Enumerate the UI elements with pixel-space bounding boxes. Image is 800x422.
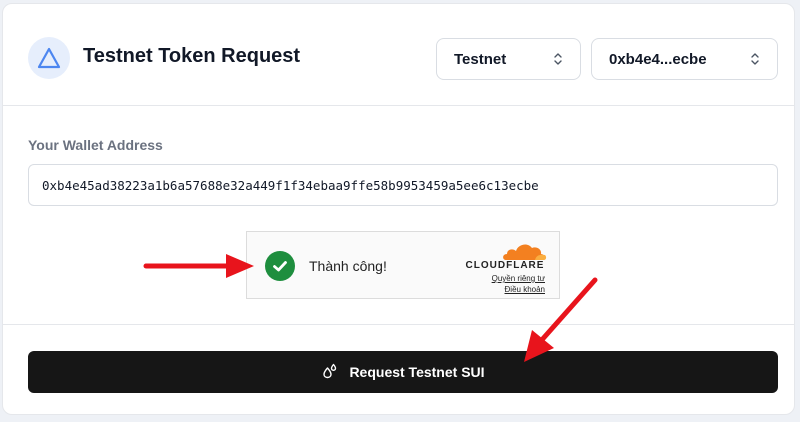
cloudflare-brand: CLOUDFLARE: [465, 260, 545, 271]
request-button-label: Request Testnet SUI: [349, 364, 485, 380]
annotation-arrow-left: [143, 254, 254, 278]
wallet-select-value: 0xb4e4...ecbe: [609, 50, 707, 68]
check-circle-icon: [265, 251, 295, 281]
water-drops-icon: [321, 362, 339, 383]
card-header: Testnet Token Request Testnet 0xb4e4...e…: [3, 4, 794, 106]
wallet-address-input[interactable]: [28, 164, 778, 206]
section-divider: [3, 324, 794, 325]
page-title: Testnet Token Request: [83, 45, 301, 67]
sui-triangle-icon: [28, 37, 70, 79]
captcha-status-text: Thành công!: [309, 258, 387, 274]
token-request-card: Testnet Token Request Testnet 0xb4e4...e…: [2, 3, 795, 415]
network-select[interactable]: Testnet: [436, 38, 581, 80]
annotation-arrow-diagonal: [524, 277, 598, 362]
chevron-up-down-icon: [553, 51, 563, 71]
request-testnet-sui-button[interactable]: Request Testnet SUI: [28, 351, 778, 393]
wallet-address-label: Your Wallet Address: [28, 137, 163, 153]
chevron-up-down-icon: [750, 51, 760, 71]
wallet-select[interactable]: 0xb4e4...ecbe: [591, 38, 778, 80]
network-select-value: Testnet: [454, 50, 507, 68]
